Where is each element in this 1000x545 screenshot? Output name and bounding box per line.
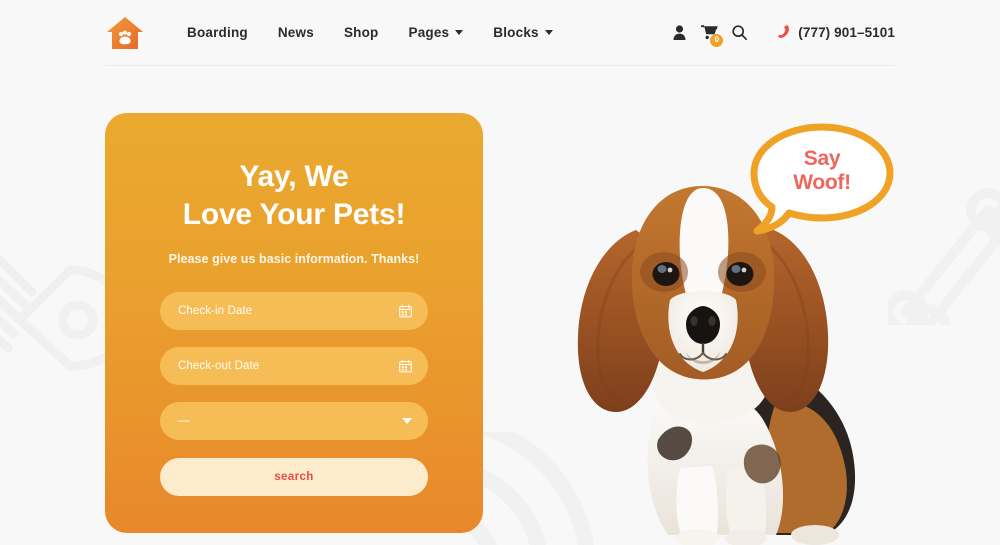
nav-label: Boarding [187, 25, 248, 40]
nav-item-pages[interactable]: Pages [393, 25, 478, 40]
bone-watermark [884, 160, 1000, 348]
title-line-2: Love Your Pets! [182, 198, 406, 232]
booking-card: Yay, We Love Your Pets! Please give us b… [105, 113, 483, 533]
pet-type-select[interactable]: — [160, 401, 428, 440]
chevron-down-icon [544, 30, 553, 35]
page-title: Yay, We Love Your Pets! [105, 158, 483, 235]
speech-bubble: Say Woof! [748, 123, 896, 235]
checkin-placeholder: Check-in Date [178, 304, 253, 317]
chevron-down-icon [455, 30, 464, 35]
phone-icon [776, 23, 790, 43]
nav-label: Shop [343, 25, 379, 40]
nav-item-boarding[interactable]: Boarding [172, 25, 263, 40]
nav-label: News [277, 25, 314, 40]
site-header: Boarding News Shop Pages Blocks 0 (777) … [0, 0, 1000, 67]
calendar-icon[interactable] [399, 359, 412, 373]
calendar-icon[interactable] [399, 304, 412, 318]
page-root: Boarding News Shop Pages Blocks 0 (777) … [0, 0, 1000, 545]
nav-item-news[interactable]: News [263, 25, 329, 40]
search-icon[interactable] [724, 18, 754, 48]
main-nav: Boarding News Shop Pages Blocks [172, 25, 568, 40]
title-line-1: Yay, We [239, 160, 349, 193]
account-icon[interactable] [664, 18, 694, 48]
house-paw-logo[interactable] [105, 13, 145, 53]
nav-item-blocks[interactable]: Blocks [478, 25, 567, 40]
nav-label: Pages [408, 25, 450, 40]
nav-label: Blocks [493, 25, 539, 40]
header-actions: 0 (777) 901–5101 [664, 18, 895, 48]
chevron-down-icon[interactable] [402, 417, 412, 424]
cart-icon[interactable]: 0 [694, 18, 724, 48]
search-button[interactable]: search [160, 457, 428, 496]
phone-number: (777) 901–5101 [798, 25, 895, 40]
checkout-placeholder: Check-out Date [178, 359, 260, 372]
booking-form: Check-in Date Check-out Date — search [105, 291, 483, 496]
nav-item-shop[interactable]: Shop [329, 25, 394, 40]
cart-badge: 0 [710, 33, 724, 47]
card-subtitle: Please give us basic information. Thanks… [168, 251, 420, 266]
select-value: — [178, 414, 190, 427]
checkin-date-input[interactable]: Check-in Date [160, 291, 428, 330]
phone-link[interactable]: (777) 901–5101 [776, 23, 895, 43]
checkout-date-input[interactable]: Check-out Date [160, 346, 428, 385]
